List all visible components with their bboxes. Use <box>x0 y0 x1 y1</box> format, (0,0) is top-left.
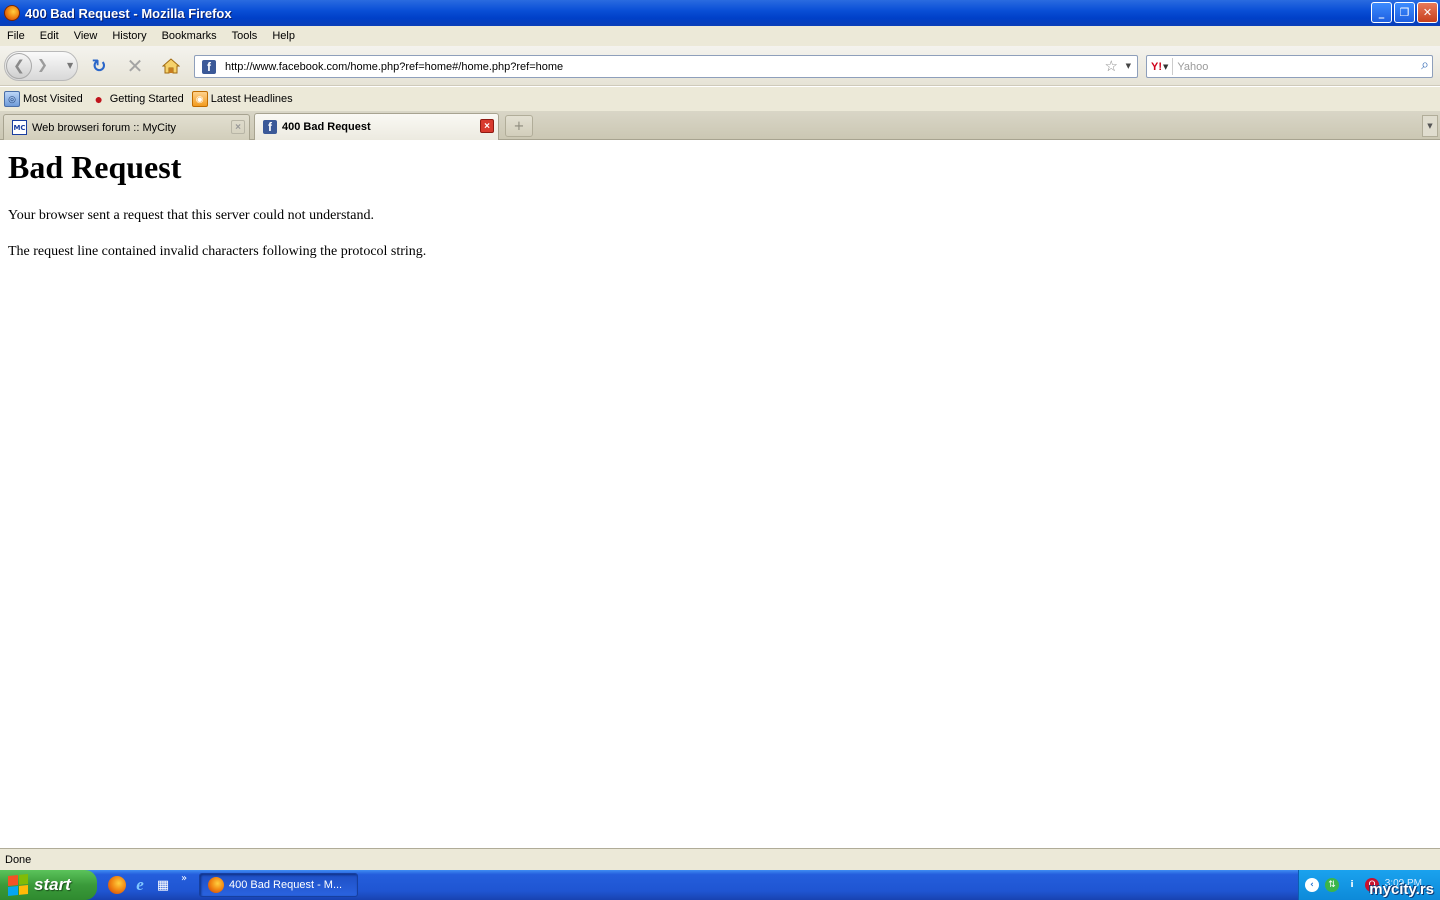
mycity-favicon-icon: MC <box>12 120 27 135</box>
windows-logo-icon <box>8 873 28 897</box>
rss-feed-icon: ◉ <box>191 91 208 107</box>
tab-label: 400 Bad Request <box>282 121 371 133</box>
plus-icon: + <box>513 118 525 134</box>
window-title: 400 Bad Request - Mozilla Firefox <box>25 5 232 21</box>
bookmark-most-visited[interactable]: ◎ Most Visited <box>4 91 83 107</box>
menu-tools[interactable]: Tools <box>225 30 266 42</box>
stop-icon: ✕ <box>126 54 144 78</box>
menu-help[interactable]: Help <box>265 30 303 42</box>
window-controls: _ ❐ ✕ <box>1371 2 1438 23</box>
search-go-icon[interactable]: ⌕ <box>1421 57 1429 73</box>
menu-edit[interactable]: Edit <box>33 30 67 42</box>
page-content: Bad Request Your browser sent a request … <box>0 140 1440 848</box>
quicklaunch-more-icon[interactable]: » <box>181 873 187 884</box>
bookmark-label: Most Visited <box>23 93 83 105</box>
reload-button[interactable]: ↻ <box>89 55 109 77</box>
bookmark-latest-headlines[interactable]: ◉ Latest Headlines <box>191 91 293 107</box>
error-message: Your browser sent a request that this se… <box>8 208 375 223</box>
status-bar: Done <box>0 848 1440 870</box>
status-text: Done <box>5 853 32 866</box>
menu-file[interactable]: File <box>0 30 33 42</box>
firefox-icon <box>208 877 224 893</box>
tray-expand-icon[interactable]: ‹ <box>1305 878 1319 892</box>
info-icon[interactable]: i <box>1345 878 1359 892</box>
taskbar-button-label: 400 Bad Request - M... <box>229 879 343 891</box>
network-icon[interactable]: ⇅ <box>1325 878 1339 892</box>
start-label: start <box>34 875 71 894</box>
tab-mycity-forum[interactable]: MC Web browseri forum :: MyCity × <box>3 114 250 140</box>
search-bar[interactable]: Y! ▼ ⌕ <box>1146 55 1433 78</box>
tab-bad-request[interactable]: f 400 Bad Request × <box>254 113 499 140</box>
taskbar-button-firefox[interactable]: 400 Bad Request - M... <box>199 873 358 897</box>
error-detail: The request line contained invalid chara… <box>8 244 427 259</box>
stop-button[interactable]: ✕ <box>125 54 145 78</box>
menu-bookmarks[interactable]: Bookmarks <box>155 30 225 42</box>
menu-view[interactable]: View <box>67 30 106 42</box>
back-button[interactable]: ❮ <box>6 53 32 79</box>
bookmark-star-icon[interactable]: ☆ <box>1105 57 1118 75</box>
page-heading: Bad Request <box>8 149 182 185</box>
tab-strip: MC Web browseri forum :: MyCity × f 400 … <box>0 111 1440 140</box>
quicklaunch-media-icon[interactable]: ▦ <box>154 876 172 894</box>
search-input[interactable] <box>1177 60 1408 73</box>
window-titlebar[interactable]: 400 Bad Request - Mozilla Firefox _ ❐ ✕ <box>0 0 1440 26</box>
tab-close-icon[interactable]: × <box>480 119 494 133</box>
url-dropdown-icon[interactable]: ▼ <box>1126 62 1131 70</box>
url-text[interactable]: http://www.facebook.com/home.php?ref=hom… <box>225 61 563 73</box>
close-button[interactable]: ✕ <box>1417 2 1438 23</box>
search-separator <box>1172 58 1174 75</box>
bookmark-getting-started[interactable]: ● Getting Started <box>91 91 184 107</box>
back-arrow-icon: ❮ <box>13 58 25 74</box>
most-visited-icon: ◎ <box>4 91 20 107</box>
back-forward-group: ❮ ❯ ▼ <box>4 51 78 81</box>
watermark: mycity.rs <box>1369 881 1434 898</box>
minimize-button[interactable]: _ <box>1371 2 1392 23</box>
maximize-button[interactable]: ❐ <box>1394 2 1415 23</box>
list-all-tabs-button[interactable]: ▼ <box>1422 115 1438 137</box>
new-tab-button[interactable]: + <box>505 115 533 137</box>
bookmark-label: Getting Started <box>109 93 184 105</box>
firefox-getting-started-icon: ● <box>94 91 103 107</box>
search-engine-dropdown-icon[interactable]: ▼ <box>1163 63 1168 71</box>
home-icon <box>162 58 180 74</box>
facebook-favicon-icon: f <box>263 120 277 134</box>
start-button[interactable]: start <box>0 870 97 900</box>
history-dropdown-icon[interactable]: ▼ <box>67 61 73 70</box>
facebook-favicon-icon: f <box>202 59 216 74</box>
taskbar: start e ▦ » 400 Bad Request - M... ‹ ⇅ i… <box>0 870 1440 900</box>
tab-close-icon[interactable]: × <box>231 120 245 134</box>
quicklaunch-firefox-icon[interactable] <box>108 876 126 894</box>
chevron-down-icon: ▼ <box>1427 122 1433 130</box>
menu-bar: File Edit View History Bookmarks Tools H… <box>0 26 1440 46</box>
yahoo-icon[interactable]: Y! <box>1151 61 1162 73</box>
tab-label: Web browseri forum :: MyCity <box>32 121 177 134</box>
url-bar[interactable]: f http://www.facebook.com/home.php?ref=h… <box>194 55 1138 78</box>
reload-icon: ↻ <box>91 55 107 77</box>
bookmark-label: Latest Headlines <box>210 93 293 105</box>
bookmarks-toolbar: ◎ Most Visited ● Getting Started ◉ Lates… <box>0 87 1440 111</box>
firefox-icon <box>4 5 20 21</box>
menu-history[interactable]: History <box>105 30 154 42</box>
quicklaunch-internet-explorer-icon[interactable]: e <box>131 875 149 894</box>
forward-button[interactable]: ❯ <box>37 58 48 73</box>
home-button[interactable] <box>161 56 181 76</box>
